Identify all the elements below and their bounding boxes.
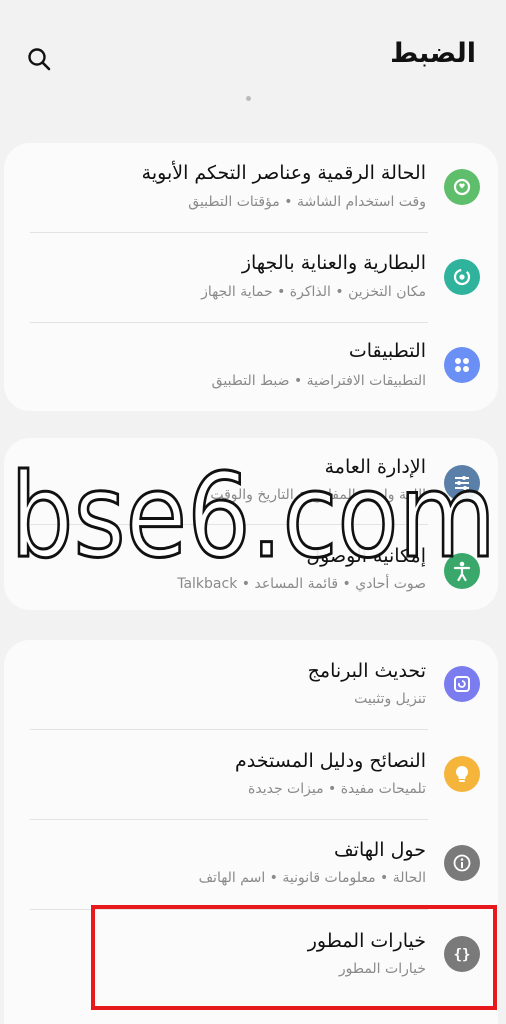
item-subtitle: وقت استخدام الشاشة • مؤقتات التطبيق xyxy=(188,194,426,210)
digital-wellbeing-icon xyxy=(444,169,480,205)
top-app-bar: الضبط xyxy=(0,0,506,100)
info-icon xyxy=(444,845,480,881)
sliders-icon xyxy=(444,465,480,501)
settings-item-digital-wellbeing[interactable]: الحالة الرقمية وعناصر التحكم الأبوية وقت… xyxy=(4,143,498,233)
settings-item-apps[interactable]: التطبيقات التطبيقات الافتراضية • ضبط الت… xyxy=(4,323,498,411)
item-title: إمكانية الوصول xyxy=(306,545,426,567)
item-title: الحالة الرقمية وعناصر التحكم الأبوية xyxy=(141,162,426,184)
settings-card-1: الحالة الرقمية وعناصر التحكم الأبوية وقت… xyxy=(4,143,498,411)
settings-item-tips-user-guide[interactable]: النصائح ودليل المستخدم تلميحات مفيدة • م… xyxy=(4,730,498,820)
item-subtitle: الحالة • معلومات قانونية • اسم الهاتف xyxy=(198,870,426,886)
settings-item-battery-device-care[interactable]: البطارية والعناية بالجهاز مكان التخزين •… xyxy=(4,233,498,323)
item-title: النصائح ودليل المستخدم xyxy=(235,750,426,772)
search-icon[interactable] xyxy=(26,46,52,72)
scroll-hint-dot xyxy=(246,96,251,101)
page-title: الضبط xyxy=(390,38,476,69)
device-care-icon xyxy=(444,259,480,295)
settings-item-about-phone[interactable]: حول الهاتف الحالة • معلومات قانونية • اس… xyxy=(4,820,498,910)
item-title: البطارية والعناية بالجهاز xyxy=(241,252,426,274)
item-title: التطبيقات xyxy=(348,340,426,362)
item-subtitle: صوت أحادي • قائمة المساعد • Talkback xyxy=(177,576,426,592)
software-update-icon xyxy=(444,666,480,702)
item-subtitle: التطبيقات الافتراضية • ضبط التطبيق xyxy=(211,373,426,389)
item-subtitle: تنزيل وتثبيت xyxy=(354,691,426,707)
settings-item-general-management[interactable]: الإدارة العامة اللغة ولوحة المفاتيح • ال… xyxy=(4,438,498,528)
item-subtitle: تلميحات مفيدة • ميزات جديدة xyxy=(248,781,426,797)
settings-item-software-update[interactable]: تحديث البرنامج تنزيل وتثبيت xyxy=(4,640,498,730)
settings-item-accessibility[interactable]: إمكانية الوصول صوت أحادي • قائمة المساعد… xyxy=(4,525,498,610)
item-title: تحديث البرنامج xyxy=(307,660,426,682)
item-title: حول الهاتف xyxy=(334,839,426,861)
lightbulb-icon xyxy=(444,756,480,792)
item-subtitle: مكان التخزين • الذاكرة • حماية الجهاز xyxy=(201,284,426,300)
apps-icon xyxy=(444,347,480,383)
highlight-box xyxy=(91,905,497,1010)
item-title: الإدارة العامة xyxy=(324,456,426,478)
item-subtitle: اللغة ولوحة المفاتيح • التاريخ والوقت xyxy=(210,487,426,503)
settings-card-2: الإدارة العامة اللغة ولوحة المفاتيح • ال… xyxy=(4,438,498,610)
accessibility-icon xyxy=(444,553,480,589)
